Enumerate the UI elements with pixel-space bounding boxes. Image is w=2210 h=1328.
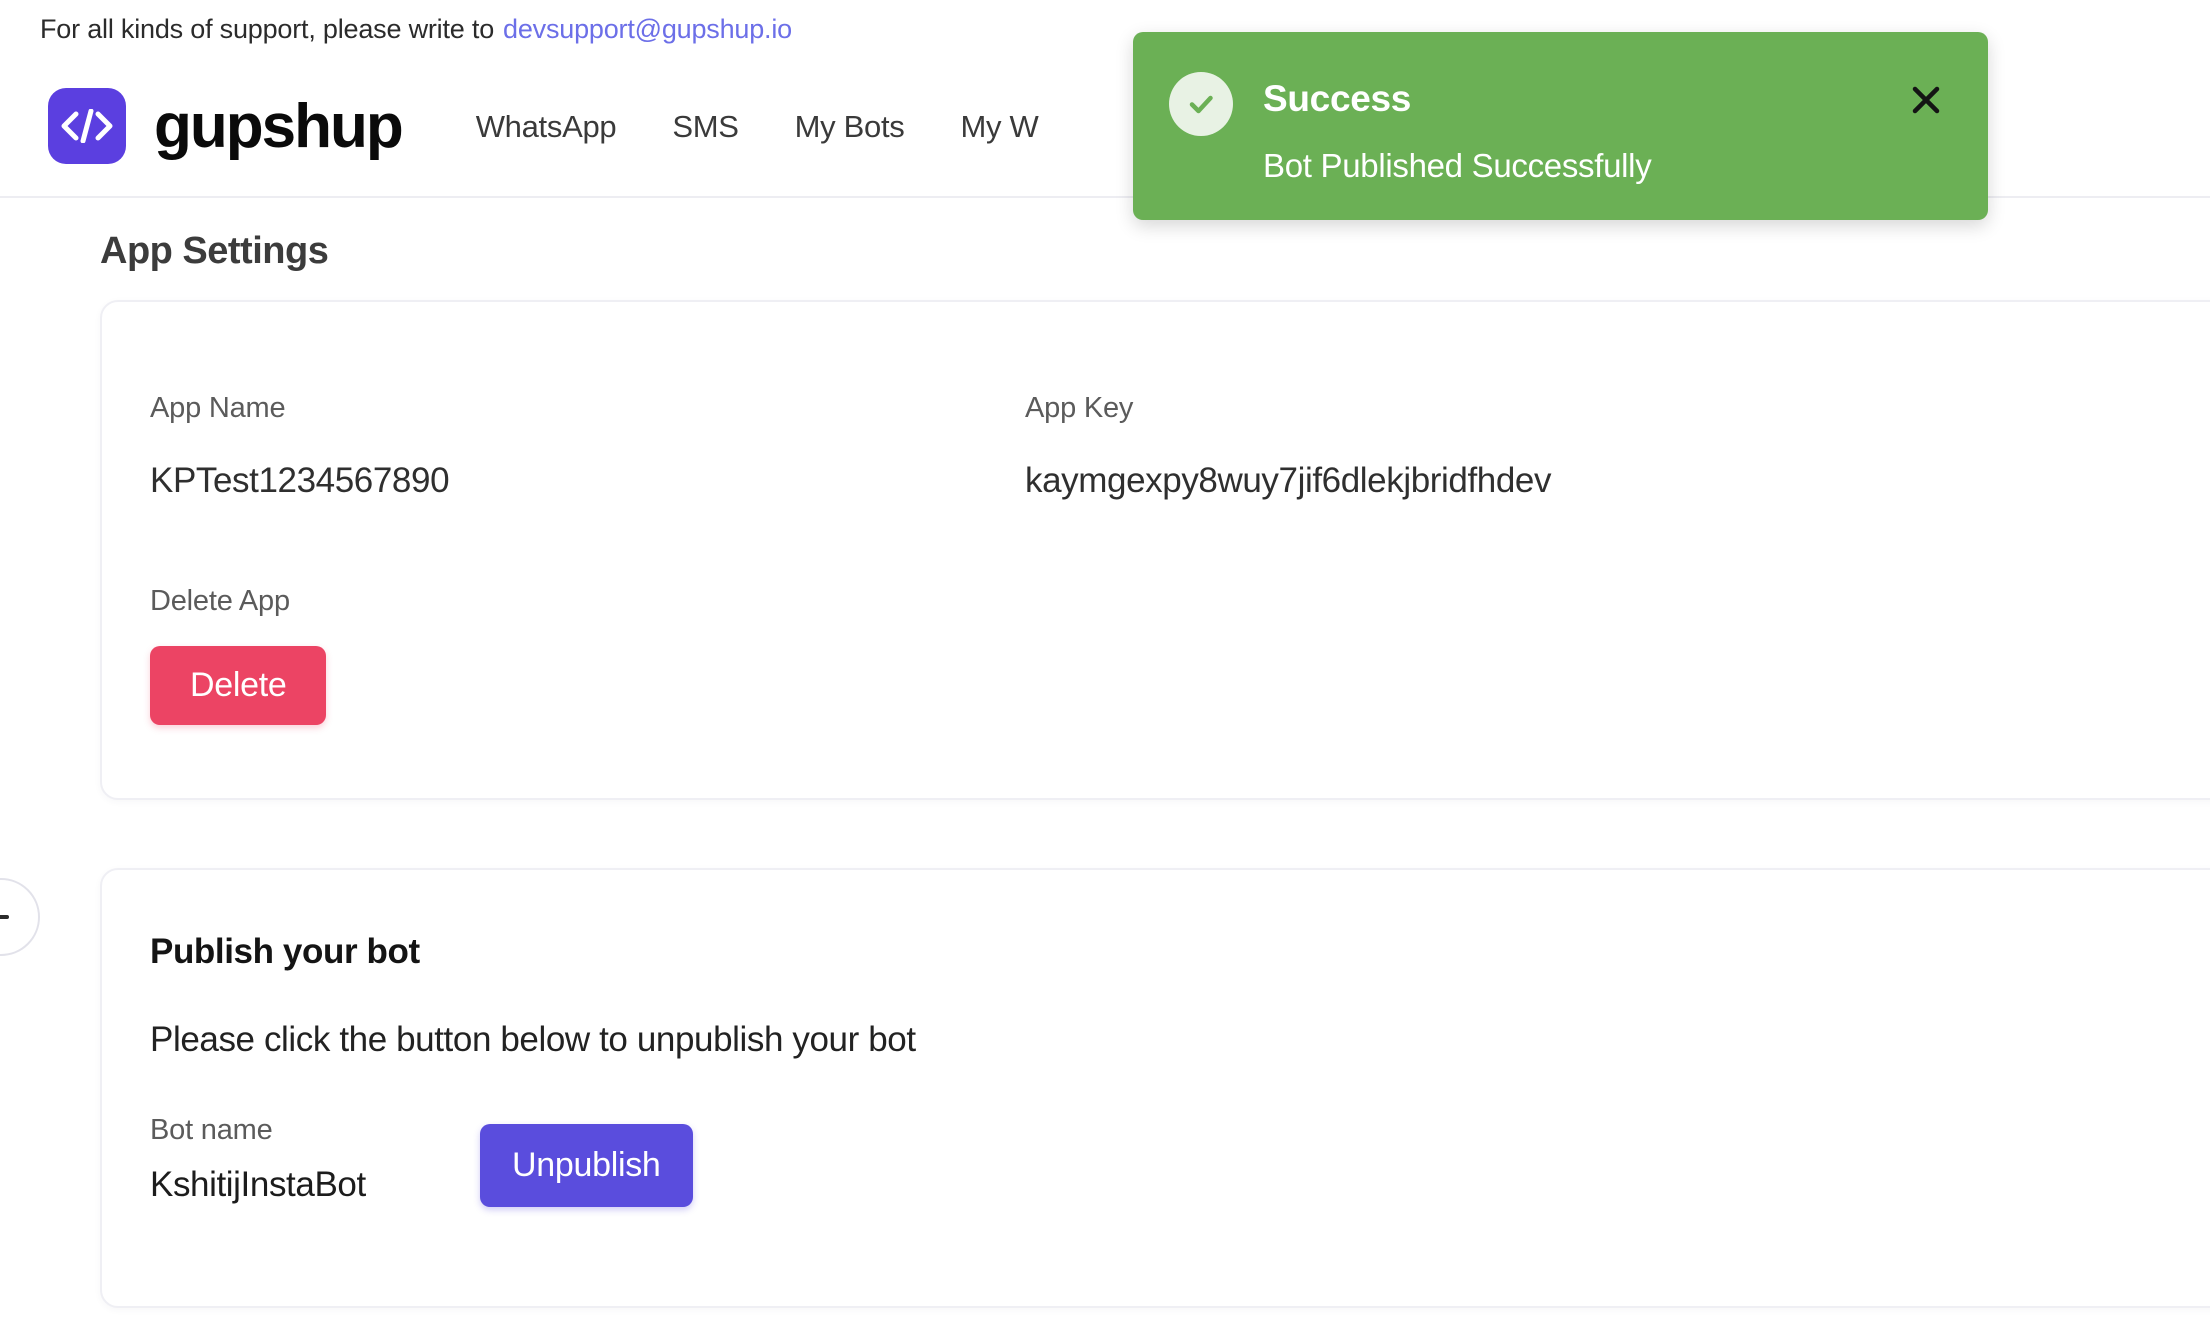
check-circle-icon <box>1169 72 1233 136</box>
bot-name-label: Bot name <box>150 1114 480 1147</box>
toast-title: Success <box>1263 80 1900 117</box>
chevron-left-icon <box>0 915 9 919</box>
logo-purple-square <box>48 88 126 164</box>
publish-card-title: Publish your bot <box>102 932 2210 972</box>
main-content: App Settings App Name KPTest1234567890 A… <box>0 198 2210 1328</box>
delete-button[interactable]: Delete <box>150 646 326 725</box>
app-key-value: kaymgexpy8wuy7jif6dlekjbridfhdev <box>1025 461 1551 501</box>
delete-app-block: Delete App Delete <box>102 585 2210 725</box>
nav-item-my-wallet[interactable]: My W <box>961 109 1039 145</box>
app-name-value: KPTest1234567890 <box>150 461 1025 501</box>
publish-card-description: Please click the button below to unpubli… <box>102 1020 2210 1060</box>
toast-message: Bot Published Successfully <box>1263 147 1900 185</box>
nav-item-sms[interactable]: SMS <box>672 109 738 145</box>
delete-app-label: Delete App <box>150 585 2210 618</box>
app-key-label: App Key <box>1025 392 1551 425</box>
publish-bot-card: Publish your bot Please click the button… <box>100 868 2210 1308</box>
main-nav: WhatsApp SMS My Bots My W <box>476 109 1039 145</box>
support-text: For all kinds of support, please write t… <box>40 14 494 45</box>
bot-name-row: Bot name KshitijInstaBot Unpublish <box>102 1114 2210 1207</box>
brand-name: gupshup <box>154 96 402 158</box>
app-key-field: App Key kaymgexpy8wuy7jif6dlekjbridfhdev <box>1025 392 1551 501</box>
toast-body: Success Bot Published Successfully <box>1263 68 1900 185</box>
close-icon <box>1906 80 1946 120</box>
toast-close-button[interactable] <box>1900 74 1952 126</box>
code-brackets-icon <box>60 109 114 143</box>
bot-name-field: Bot name KshitijInstaBot <box>150 1114 480 1205</box>
gupshup-logo-icon <box>48 88 138 166</box>
nav-item-whatsapp[interactable]: WhatsApp <box>476 109 617 145</box>
app-name-label: App Name <box>150 392 1025 425</box>
bot-name-value: KshitijInstaBot <box>150 1165 480 1205</box>
support-email-link[interactable]: devsupport@gupshup.io <box>503 14 792 45</box>
success-toast: Success Bot Published Successfully <box>1133 32 1988 220</box>
app-fields-row: App Name KPTest1234567890 App Key kaymge… <box>102 302 2210 501</box>
unpublish-button[interactable]: Unpublish <box>480 1124 693 1207</box>
sidebar-collapse-toggle[interactable] <box>0 878 40 956</box>
brand-logo[interactable]: gupshup <box>48 77 402 177</box>
app-settings-card: App Name KPTest1234567890 App Key kaymge… <box>100 300 2210 800</box>
nav-item-my-bots[interactable]: My Bots <box>795 109 905 145</box>
page-title: App Settings <box>100 230 2210 273</box>
app-settings-page: For all kinds of support, please write t… <box>0 0 2210 1328</box>
app-name-field: App Name KPTest1234567890 <box>150 392 1025 501</box>
